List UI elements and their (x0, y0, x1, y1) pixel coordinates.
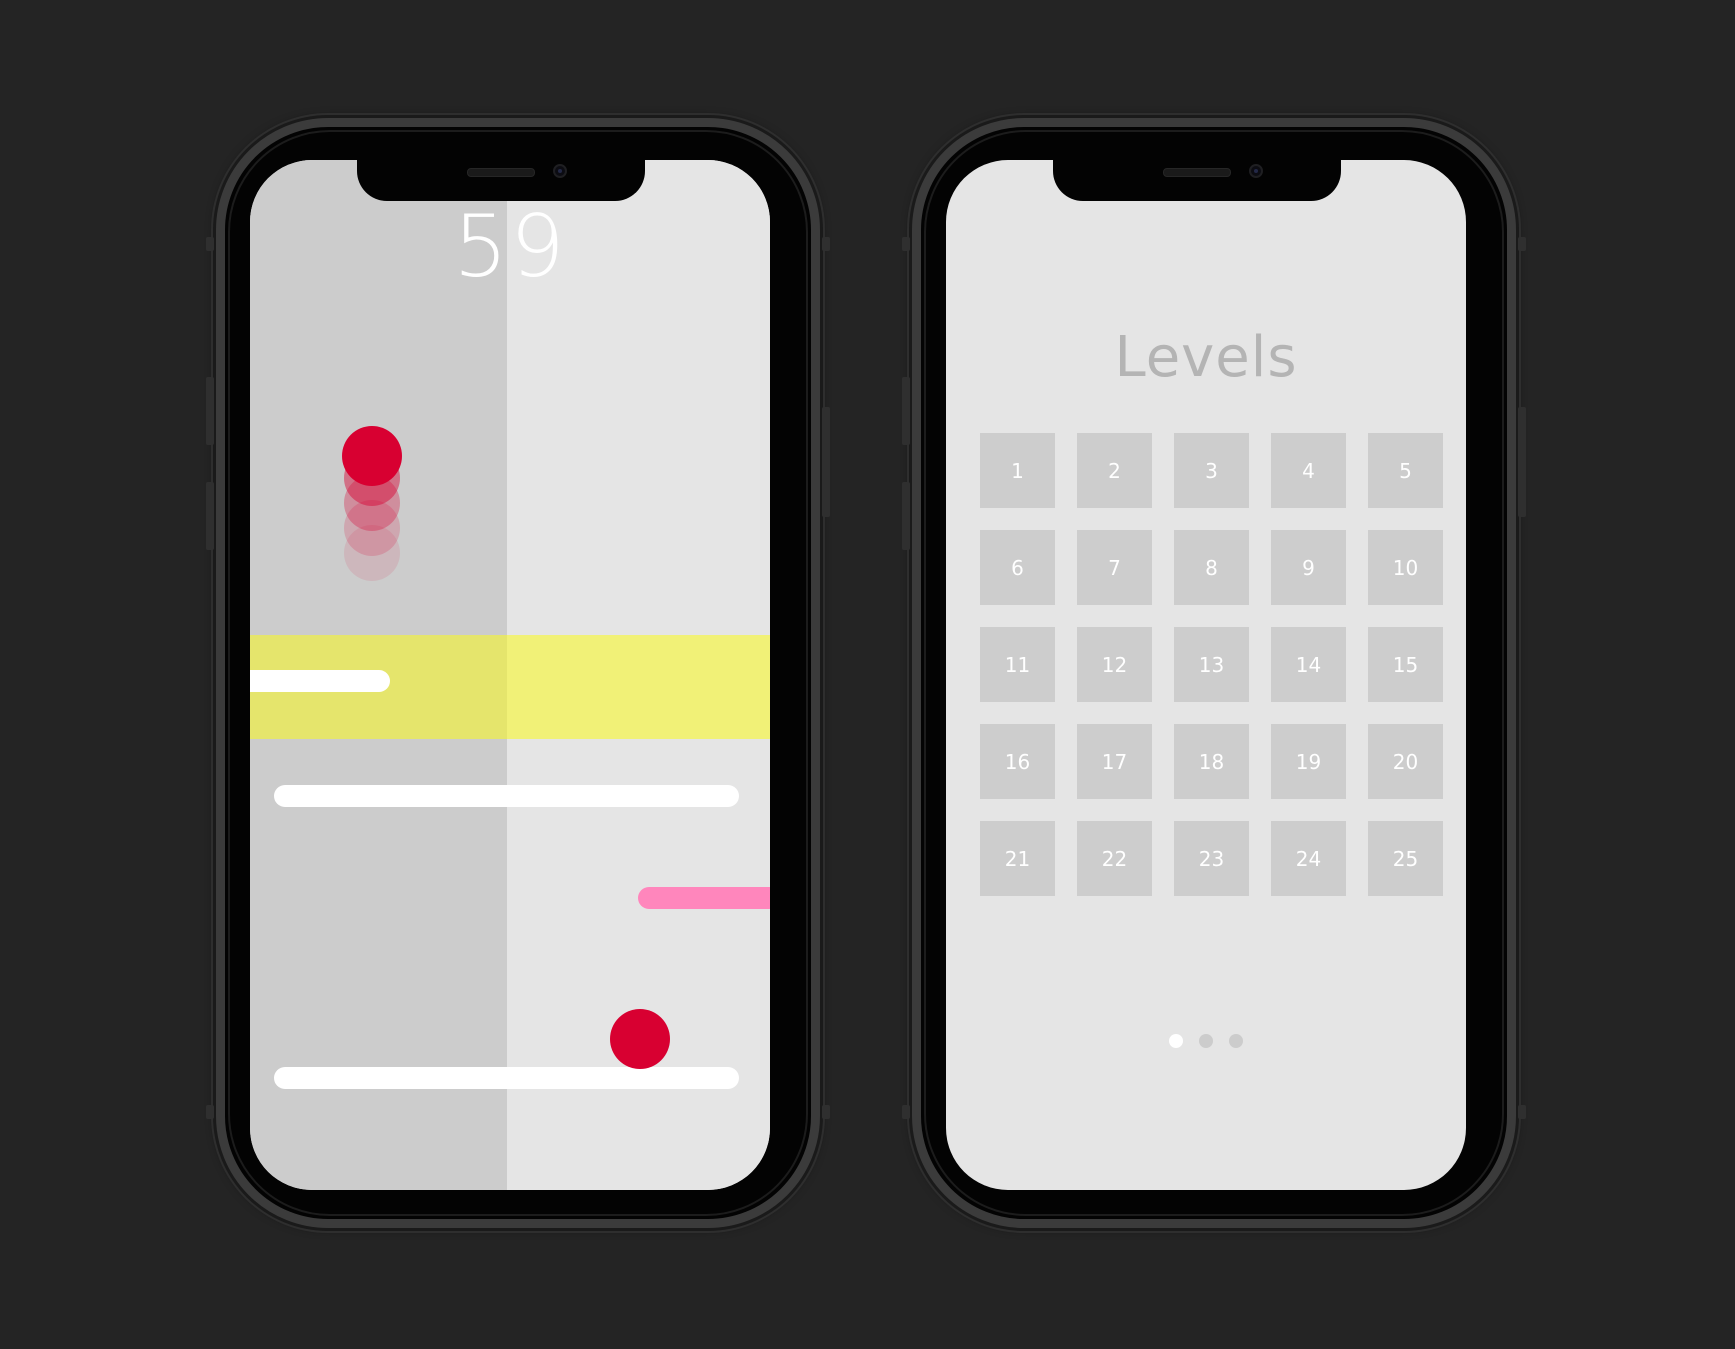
level-button-4[interactable]: 4 (1271, 433, 1346, 508)
level-button-9[interactable]: 9 (1271, 530, 1346, 605)
level-button-20[interactable]: 20 (1368, 724, 1443, 799)
platform-bar (250, 670, 390, 692)
levels-screen: Levels 1 2 3 4 5 6 7 8 9 10 11 12 13 14 15 16 17 18 19 20 21… (946, 160, 1466, 1190)
yellow-band-right (507, 635, 770, 739)
frame-antenna-left (902, 1105, 910, 1119)
level-button-11[interactable]: 11 (980, 627, 1055, 702)
front-camera (553, 164, 567, 178)
side-button-top (822, 237, 830, 251)
power-button (1518, 407, 1526, 517)
level-button-2[interactable]: 2 (1077, 433, 1152, 508)
notch (357, 160, 645, 201)
game-screen[interactable]: 59 (250, 160, 770, 1190)
level-button-3[interactable]: 3 (1174, 433, 1249, 508)
level-button-12[interactable]: 12 (1077, 627, 1152, 702)
player-ball (610, 1009, 670, 1069)
phone-frame-game: 59 (206, 118, 830, 1228)
volume-up-button (902, 377, 910, 445)
phone-frame-levels: Levels 1 2 3 4 5 6 7 8 9 10 11 12 13 14 15 16 17 18 19 20 21… (902, 118, 1526, 1228)
level-button-1[interactable]: 1 (980, 433, 1055, 508)
level-button-16[interactable]: 16 (980, 724, 1055, 799)
platform-bar (274, 785, 739, 807)
level-button-18[interactable]: 18 (1174, 724, 1249, 799)
frame-antenna-left (206, 1105, 214, 1119)
level-button-14[interactable]: 14 (1271, 627, 1346, 702)
power-button (822, 407, 830, 517)
speaker-grille (1163, 168, 1231, 177)
volume-up-button (206, 377, 214, 445)
level-button-15[interactable]: 15 (1368, 627, 1443, 702)
level-button-23[interactable]: 23 (1174, 821, 1249, 896)
level-button-10[interactable]: 10 (1368, 530, 1443, 605)
level-button-6[interactable]: 6 (980, 530, 1055, 605)
level-button-19[interactable]: 19 (1271, 724, 1346, 799)
level-button-17[interactable]: 17 (1077, 724, 1152, 799)
level-button-25[interactable]: 25 (1368, 821, 1443, 896)
volume-down-button (902, 482, 910, 550)
level-button-13[interactable]: 13 (1174, 627, 1249, 702)
level-button-7[interactable]: 7 (1077, 530, 1152, 605)
level-grid: 1 2 3 4 5 6 7 8 9 10 11 12 13 14 15 16 17 18 19 20 21 22 23 24 2… (980, 433, 1443, 896)
speaker-grille (467, 168, 535, 177)
notch (1053, 160, 1341, 201)
level-button-24[interactable]: 24 (1271, 821, 1346, 896)
page-indicator[interactable] (946, 1034, 1466, 1048)
level-button-21[interactable]: 21 (980, 821, 1055, 896)
side-button-top (1518, 237, 1526, 251)
level-button-22[interactable]: 22 (1077, 821, 1152, 896)
volume-down-button (206, 482, 214, 550)
page-dot-1[interactable] (1169, 1034, 1183, 1048)
front-camera (1249, 164, 1263, 178)
frame-antenna-right (822, 1105, 830, 1119)
pink-platform-bar (638, 887, 770, 909)
frame-antenna-right (1518, 1105, 1526, 1119)
platform-bar (274, 1067, 739, 1089)
level-button-8[interactable]: 8 (1174, 530, 1249, 605)
page-dot-3[interactable] (1229, 1034, 1243, 1048)
falling-ball (342, 426, 402, 486)
level-button-5[interactable]: 5 (1368, 433, 1443, 508)
silent-switch (902, 237, 910, 251)
levels-title: Levels (1114, 325, 1298, 390)
page-dot-2[interactable] (1199, 1034, 1213, 1048)
silent-switch (206, 237, 214, 251)
score-counter: 59 (453, 197, 567, 297)
